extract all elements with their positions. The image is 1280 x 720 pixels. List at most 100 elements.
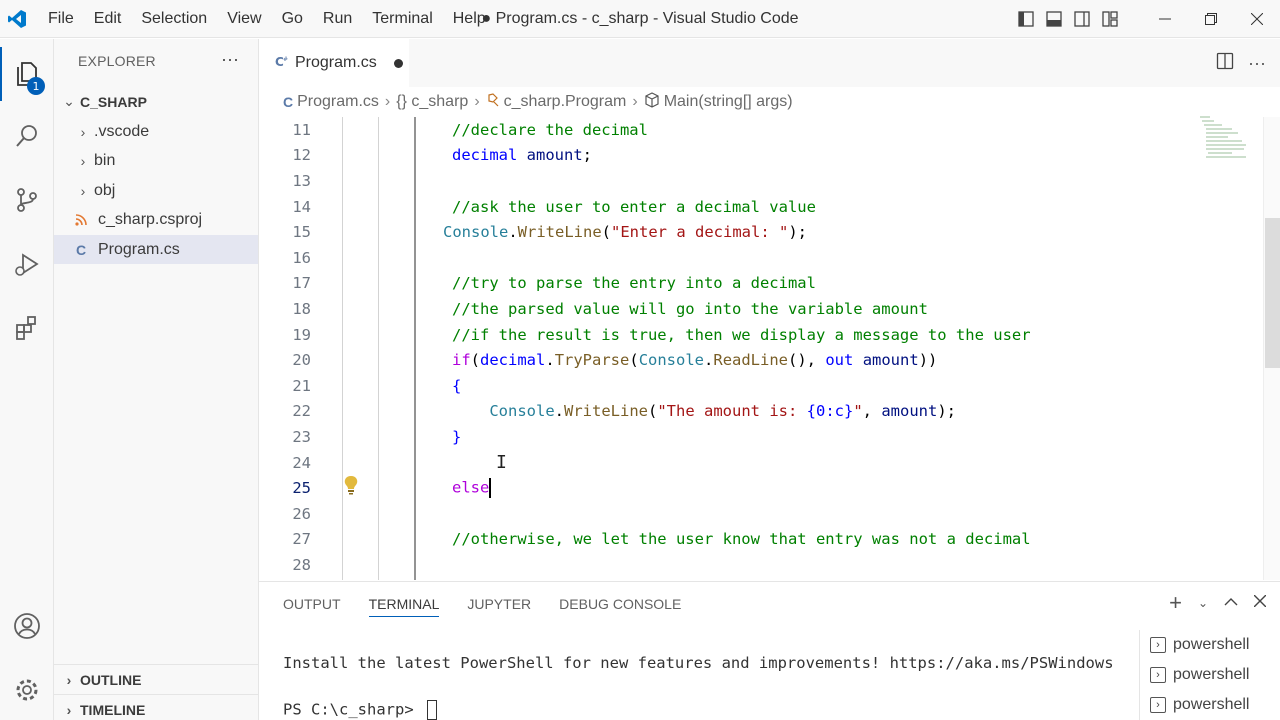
lightbulb-icon[interactable]	[343, 475, 359, 500]
more-editor-actions-icon[interactable]: ···	[1248, 53, 1266, 74]
line-number: 19	[292, 325, 311, 344]
code-token: "Enter a decimal: "	[611, 223, 789, 242]
line-number: 16	[292, 248, 311, 267]
code-line[interactable]: 12 decimal amount;	[259, 143, 1263, 169]
terminal-prompt-line[interactable]: PS C:\c_sharp>	[283, 700, 437, 720]
line-number: 12	[292, 146, 311, 165]
terminal-prompt-icon: ›	[1150, 637, 1166, 653]
bottom-panel: OUTPUT TERMINAL JUPYTER DEBUG CONSOLE + ⌄ I…	[259, 581, 1280, 720]
panel-tab-jupyter[interactable]: JUPYTER	[467, 596, 531, 617]
code-line[interactable]: 15 Console.WriteLine("Enter a decimal: ")…	[259, 219, 1263, 245]
menu-file[interactable]: File	[38, 0, 84, 38]
line-number: 20	[292, 351, 311, 370]
account-icon[interactable]	[0, 599, 54, 653]
csharp-file-icon: C	[75, 241, 87, 258]
workspace-root-label: C_SHARP	[80, 93, 147, 110]
extensions-icon[interactable]	[0, 301, 54, 355]
restore-button[interactable]	[1188, 0, 1234, 38]
code-line[interactable]: 14 //ask the user to enter a decimal valu…	[259, 194, 1263, 220]
unsaved-dot-icon[interactable]	[393, 58, 403, 68]
explorer-icon[interactable]: 1	[0, 47, 54, 101]
outline-section[interactable]: › OUTLINE	[54, 664, 258, 694]
toggle-secondary-sidebar-icon[interactable]	[1068, 0, 1096, 38]
line-number: 15	[292, 223, 311, 242]
new-terminal-plus-icon[interactable]: +	[1169, 592, 1182, 614]
minimize-button[interactable]	[1142, 0, 1188, 38]
editor-actions: ···	[1216, 39, 1266, 87]
timeline-section[interactable]: › TIMELINE	[54, 694, 258, 720]
code-line[interactable]: 18 //the parsed value will go into the va…	[259, 296, 1263, 322]
maximize-panel-chevron-up-icon[interactable]	[1224, 594, 1238, 612]
search-icon[interactable]	[0, 109, 54, 163]
menu-terminal[interactable]: Terminal	[362, 0, 442, 38]
code-line[interactable]: 23}	[259, 424, 1263, 450]
code-line[interactable]: 17 //try to parse the entry into a decima…	[259, 271, 1263, 297]
code-token: (	[648, 402, 658, 421]
explorer-item-label: .vscode	[94, 122, 150, 140]
code-token: }	[452, 427, 462, 446]
panel-tab-debug-console[interactable]: DEBUG CONSOLE	[559, 596, 681, 617]
close-window-button[interactable]	[1234, 0, 1280, 38]
breadcrumb-file[interactable]: C Program.cs	[283, 93, 379, 111]
terminal-instance-label: powershell	[1173, 696, 1250, 713]
panel-tab-terminal[interactable]: TERMINAL	[368, 596, 440, 617]
chevron-down-icon[interactable]: ⌄	[1198, 596, 1208, 610]
more-actions-button[interactable]: ···	[221, 49, 239, 70]
workspace-root[interactable]: ⌄ C_SHARP	[54, 87, 258, 116]
code-line[interactable]: 26	[259, 501, 1263, 527]
menu-view[interactable]: View	[217, 0, 271, 38]
explorer-item-obj[interactable]: › obj	[54, 176, 258, 205]
code-line[interactable]: 20 if(decimal.TryParse(Console.ReadLine()…	[259, 347, 1263, 373]
run-debug-icon[interactable]	[0, 237, 54, 291]
menu-edit[interactable]: Edit	[84, 0, 132, 38]
terminal-list: › powershell › powershell › powershell	[1139, 630, 1280, 720]
explorer-item-vscode[interactable]: › .vscode	[54, 117, 258, 146]
toggle-panel-icon[interactable]	[1040, 0, 1068, 38]
tab-program-cs[interactable]: C # Program.cs	[259, 39, 409, 87]
code-token: ReadLine	[713, 351, 789, 370]
minimap[interactable]	[1192, 113, 1252, 173]
code-token: WriteLine	[564, 402, 648, 421]
code-line[interactable]: 24	[259, 450, 1263, 476]
code-line[interactable]: 21 {	[259, 373, 1263, 399]
customize-layout-icon[interactable]	[1096, 0, 1124, 38]
terminal-instance[interactable]: › powershell	[1150, 660, 1249, 690]
split-editor-icon[interactable]	[1216, 52, 1234, 75]
toggle-primary-sidebar-icon[interactable]	[1012, 0, 1040, 38]
code-line[interactable]: 22 Console.WriteLine("The amount is: {0:…	[259, 399, 1263, 425]
code-token: //try to parse the entry into a decimal	[452, 274, 816, 293]
code-line[interactable]: 28	[259, 552, 1263, 578]
code-line[interactable]: 19 //if the result is true, then we displ…	[259, 322, 1263, 348]
ibeam-cursor-icon: I	[496, 452, 507, 473]
code-line[interactable]: 13	[259, 168, 1263, 194]
explorer-item-label: obj	[94, 181, 116, 199]
explorer-item-label: bin	[94, 152, 116, 169]
menu-help[interactable]: Help	[443, 0, 496, 38]
code-line[interactable]: 16	[259, 245, 1263, 271]
chevron-right-icon: ›	[384, 93, 391, 110]
code-line[interactable]: 27 //otherwise, we let the user know that…	[259, 527, 1263, 553]
panel-tab-output[interactable]: OUTPUT	[283, 596, 341, 617]
menu-go[interactable]: Go	[272, 0, 313, 38]
code-editor[interactable]: 11 //declare the decimal 12 decimal amount;…	[259, 117, 1263, 580]
code-token: .	[545, 351, 555, 370]
breadcrumb-namespace[interactable]: {} c_sharp	[396, 93, 468, 111]
explorer-item-bin[interactable]: › bin	[54, 147, 258, 176]
scrollbar-thumb[interactable]	[1265, 218, 1280, 368]
menu-run[interactable]: Run	[313, 0, 362, 38]
terminal-instance[interactable]: › powershell	[1150, 690, 1249, 720]
explorer-badge: 1	[27, 77, 45, 95]
code-line[interactable]: 25 else	[259, 475, 1263, 501]
close-panel-icon[interactable]	[1253, 594, 1267, 612]
explorer-item-c-sharp-csproj[interactable]: c_sharp.csproj	[54, 206, 258, 235]
breadcrumb-method[interactable]: Main(string[] args)	[644, 91, 793, 113]
code-line[interactable]: 11 //declare the decimal	[259, 117, 1263, 143]
explorer-item-program-cs[interactable]: C Program.cs	[54, 235, 258, 264]
terminal-instance[interactable]: › powershell	[1150, 630, 1249, 660]
code-token: else	[452, 478, 490, 497]
source-control-icon[interactable]	[0, 173, 54, 227]
settings-gear-icon[interactable]	[0, 663, 54, 717]
menu-selection[interactable]: Selection	[131, 0, 217, 38]
breadcrumb-class[interactable]: c_sharp.Program	[486, 92, 626, 112]
code-token: decimal	[452, 146, 518, 165]
